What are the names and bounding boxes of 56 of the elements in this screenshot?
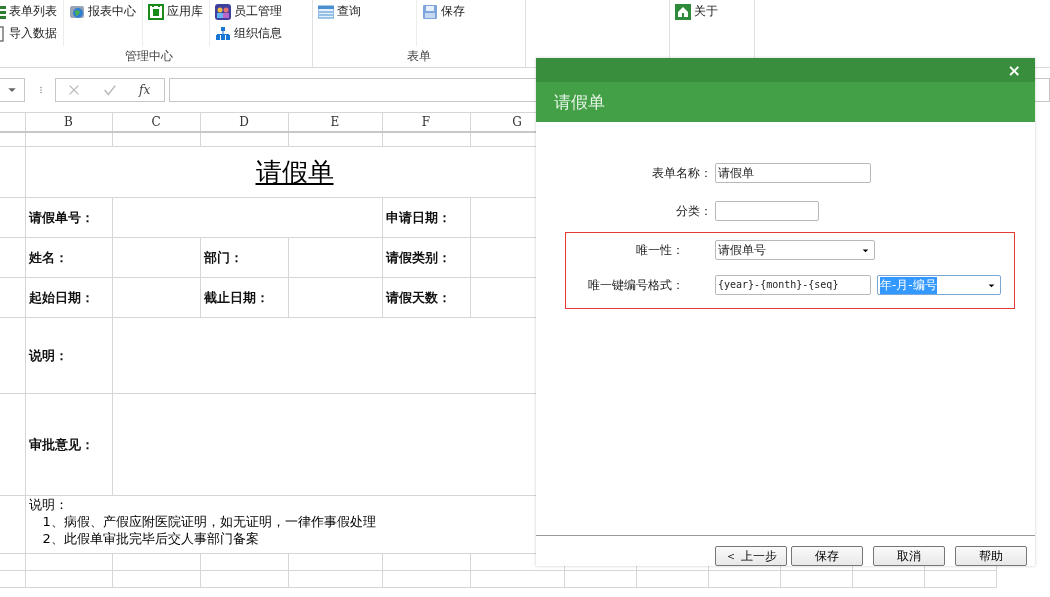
close-button[interactable]: × <box>1007 60 1021 80</box>
field-label: 请假单号： <box>25 197 112 238</box>
name-box[interactable] <box>0 78 25 102</box>
cancel-icon <box>67 83 81 97</box>
ribbon-button[interactable]: 员工管理 <box>215 2 282 21</box>
grip-icon <box>37 84 45 96</box>
field-label: 请假天数： <box>382 277 470 318</box>
dialog-button[interactable]: 取消 <box>873 546 945 566</box>
format-field[interactable]: {year}-{month}-{seq} <box>715 275 871 295</box>
group-label: 表单 <box>406 48 432 65</box>
field-label: 审批意见： <box>25 393 112 496</box>
check-icon <box>103 83 117 97</box>
group-label: 管理中心 <box>123 48 174 65</box>
table-icon <box>318 3 334 20</box>
field-label: 截止日期： <box>200 277 288 318</box>
field-label: 分类： <box>675 202 712 220</box>
ribbon-button[interactable]: 查询 <box>318 2 410 21</box>
field-label: 唯一性： <box>635 241 685 259</box>
name-field[interactable]: 请假单 <box>715 163 871 183</box>
ribbon-button[interactable]: 保存 <box>422 2 465 21</box>
field-label: 唯一键编号格式： <box>587 276 685 294</box>
notes-heading: 说明： <box>28 496 68 513</box>
ribbon-button[interactable]: 报表中心 <box>69 2 136 21</box>
field-label: 表单名称： <box>651 164 712 182</box>
ribbon-button[interactable]: 组织信息 <box>215 24 282 43</box>
unique-key-select[interactable]: 请假单号 <box>715 240 875 260</box>
dialog-button[interactable]: ＜ 上一步 <box>715 546 787 566</box>
column-header: D <box>200 112 288 132</box>
people-icon <box>215 3 231 20</box>
column-header: B <box>25 112 112 132</box>
field-label: 说明： <box>25 317 112 394</box>
column-header: E <box>288 112 382 132</box>
function-label[interactable]: fx <box>139 83 151 97</box>
field-label: 姓名： <box>25 237 112 278</box>
floppy-icon <box>422 3 438 20</box>
column-header: C <box>112 112 200 132</box>
category-field[interactable] <box>715 201 819 221</box>
dialog-title: 请假单 <box>554 90 605 114</box>
window-icon <box>148 3 164 20</box>
dialog-button[interactable]: 保存 <box>791 546 863 566</box>
globe-icon <box>69 3 85 20</box>
field-label: 起始日期： <box>25 277 112 318</box>
ribbon-button[interactable]: 表单列表 <box>0 2 57 21</box>
ribbon-button[interactable]: 关于 <box>675 2 718 21</box>
notes-line: 1、病假、产假应附医院证明，如无证明，一律作事假处理 <box>41 513 376 530</box>
field-label: 部门： <box>200 237 288 278</box>
ribbon-button[interactable]: 导入数据 <box>0 24 57 43</box>
field-label: 请假类别： <box>382 237 470 278</box>
column-header: F <box>382 112 470 132</box>
org-chart-icon <box>215 25 231 42</box>
dialog-button[interactable]: 帮助 <box>955 546 1027 566</box>
field-label: 申请日期： <box>382 197 470 238</box>
notes-line: 2、此假单审批完毕后交人事部门备案 <box>41 530 259 547</box>
home-icon <box>675 3 691 20</box>
ribbon-button[interactable]: 应用库 <box>148 2 203 21</box>
form-title: 请假单 <box>255 156 334 187</box>
